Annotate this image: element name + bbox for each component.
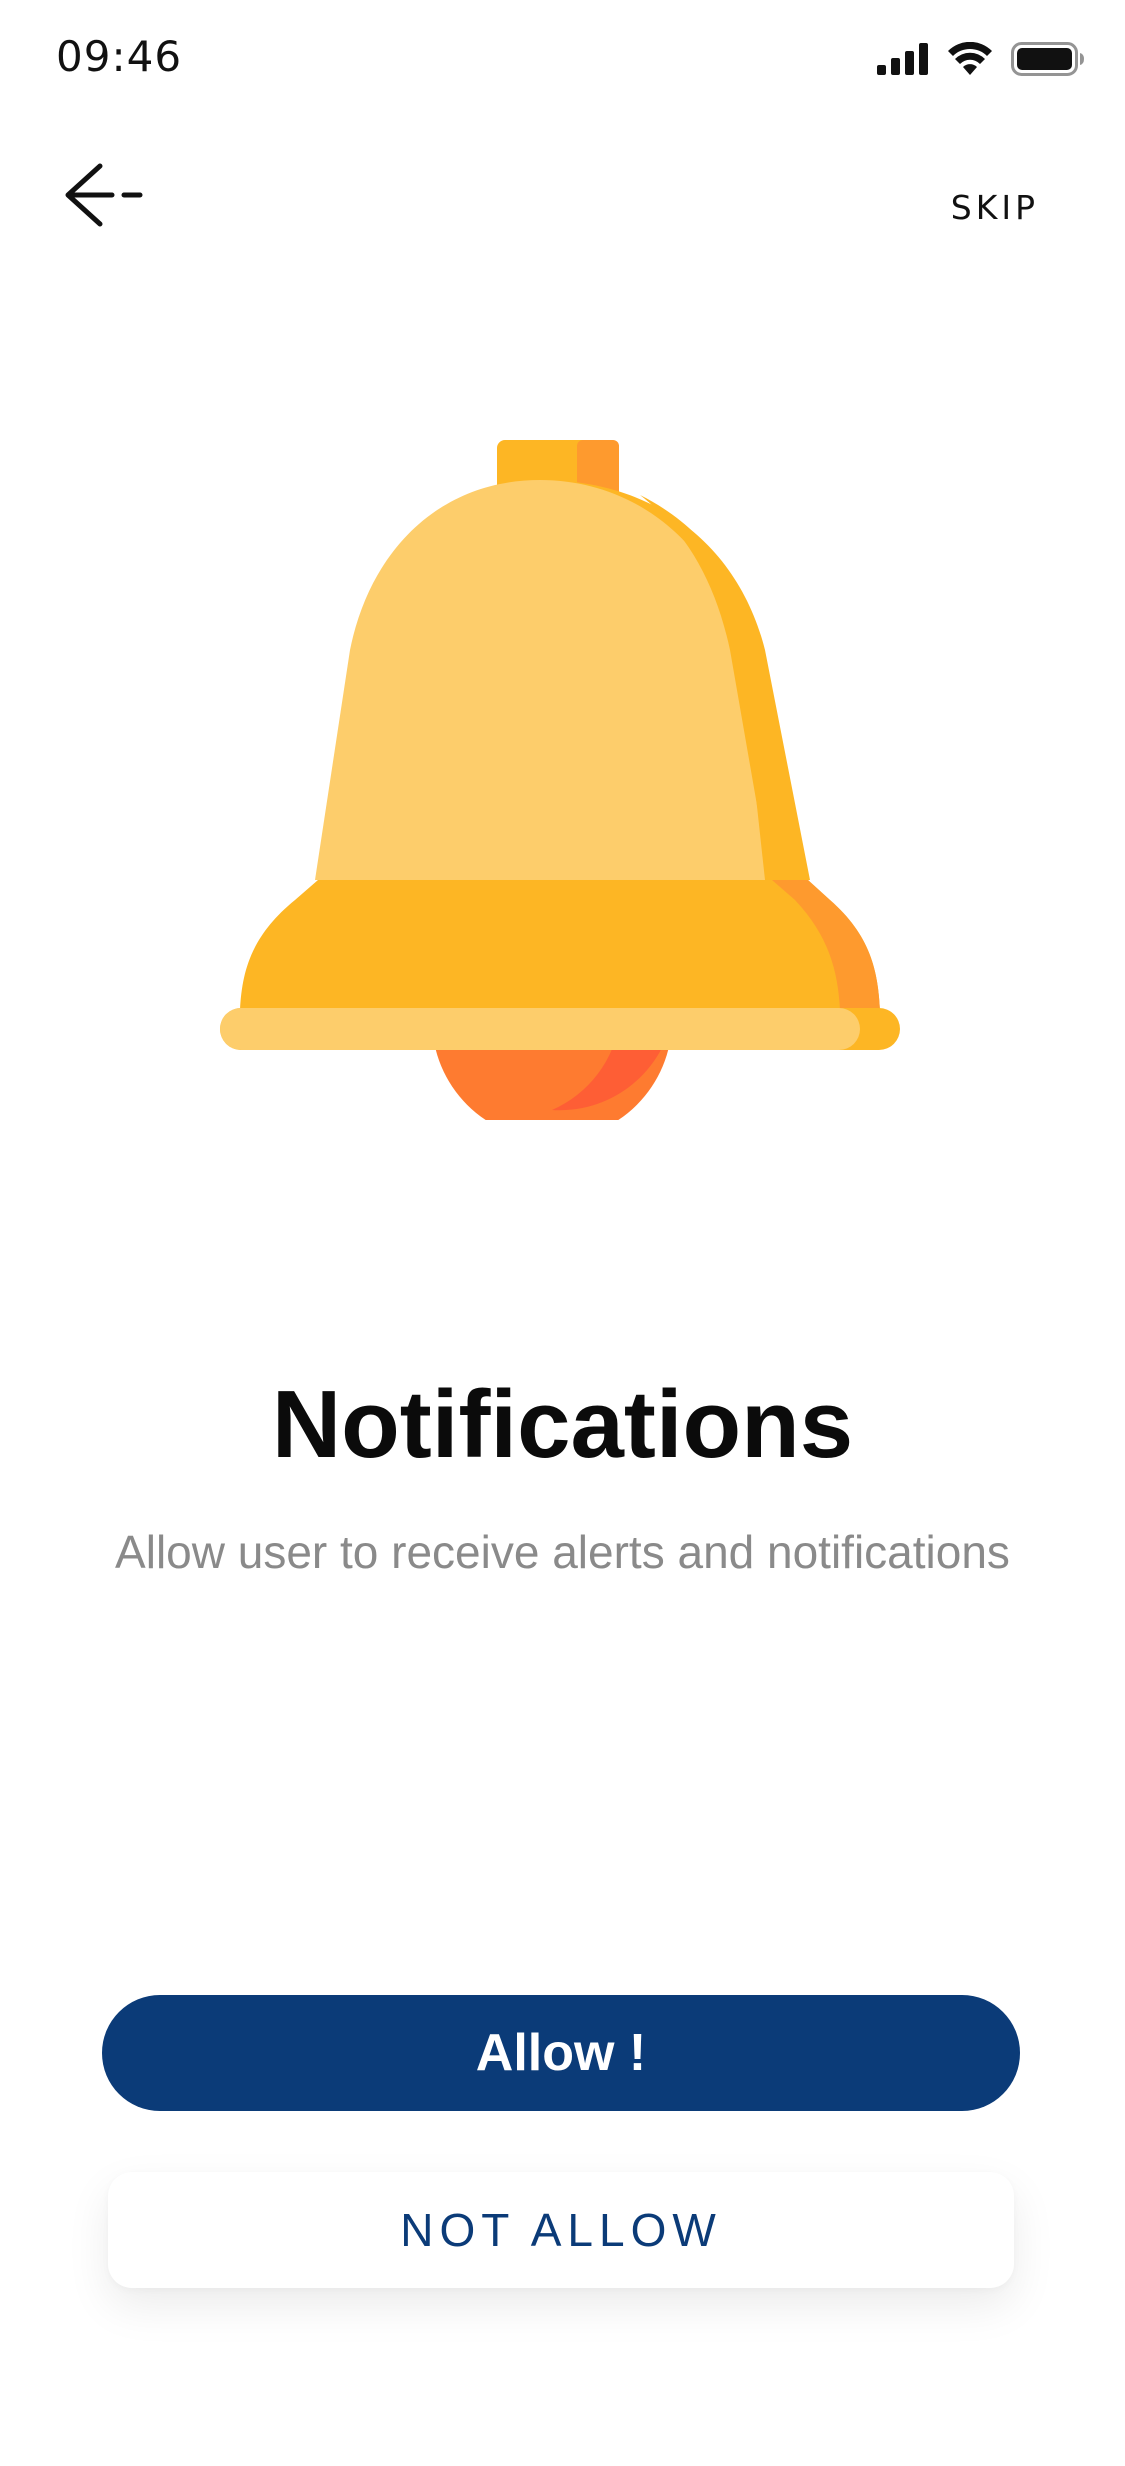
status-icons xyxy=(877,42,1085,76)
signal-icon xyxy=(877,43,929,75)
back-button[interactable] xyxy=(60,160,150,235)
arrow-left-icon xyxy=(60,160,150,235)
page-subtitle: Allow user to receive alerts and notific… xyxy=(115,1526,1010,1578)
not-allow-button[interactable]: NOT ALLOW xyxy=(108,2172,1014,2288)
wifi-icon xyxy=(947,42,993,76)
allow-button[interactable]: Allow ! xyxy=(102,1995,1020,2111)
notifications-permission-screen: 09:46 SKIP Notifications Allow user to r… xyxy=(0,0,1125,2466)
battery-icon xyxy=(1011,42,1085,76)
bell-icon xyxy=(220,440,900,1140)
skip-button[interactable]: SKIP xyxy=(951,188,1039,227)
page-title: Notifications xyxy=(271,1371,854,1478)
status-time: 09:46 xyxy=(56,32,183,81)
